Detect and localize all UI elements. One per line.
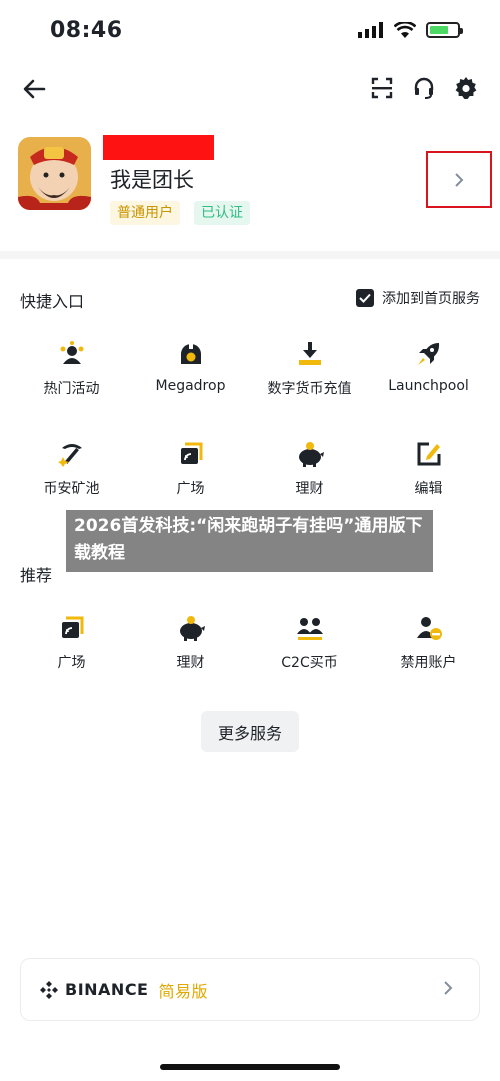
shortcut-mining-pool[interactable]: 币安矿池 xyxy=(9,440,134,498)
shortcut-earn[interactable]: 理财 xyxy=(247,440,372,498)
wifi-icon xyxy=(394,22,416,38)
rocket-icon xyxy=(417,343,439,365)
chevron-right-icon xyxy=(443,979,453,1000)
battery-icon xyxy=(426,22,463,38)
gear-icon[interactable] xyxy=(454,76,478,100)
shortcut-edit[interactable]: 编辑 xyxy=(366,440,491,498)
square-icon xyxy=(61,616,83,638)
status-icons xyxy=(358,22,463,38)
badge-verified: 已认证 xyxy=(194,201,250,225)
pickaxe-icon xyxy=(57,444,82,467)
recommend-title: 推荐 xyxy=(20,566,53,585)
shortcut-megadrop[interactable]: Megadrop xyxy=(128,340,253,394)
binance-lite-label: 简易版 xyxy=(158,981,208,1001)
redaction-bar xyxy=(103,135,214,160)
shortcut-launchpool[interactable]: Launchpool xyxy=(366,340,491,394)
binance-lite-switch[interactable]: BINANCE 简易版 xyxy=(20,958,480,1021)
scan-icon[interactable] xyxy=(370,76,394,100)
more-services-button[interactable]: 更多服务 xyxy=(201,711,299,752)
add-to-home-toggle[interactable]: 添加到首页服务 xyxy=(356,288,480,308)
piggy-bank-icon xyxy=(298,442,324,467)
recommend-earn[interactable]: 理财 xyxy=(128,614,253,672)
hot-activity-icon xyxy=(60,341,83,364)
binance-logo-icon xyxy=(40,980,58,999)
avatar[interactable] xyxy=(18,137,91,210)
deposit-icon xyxy=(298,342,321,365)
username: 我是团长 xyxy=(110,168,194,192)
disable-account-icon xyxy=(416,617,442,640)
top-nav-actions xyxy=(370,76,478,100)
profile-detail-button[interactable] xyxy=(426,151,492,208)
badge-regular-user: 普通用户 xyxy=(110,201,180,225)
home-indicator[interactable] xyxy=(160,1064,340,1070)
overlay-caption: 2026首发科技:“闲来跑胡子有挂吗”通用版下载教程 xyxy=(74,516,423,563)
avatar-image xyxy=(18,137,91,210)
checkbox-checked-icon[interactable] xyxy=(356,289,374,307)
recommend-disable-account[interactable]: 禁用账户 xyxy=(366,614,491,672)
binance-brand: BINANCE 简易版 xyxy=(39,978,208,1002)
shortcut-hot-activity[interactable]: 热门活动 xyxy=(9,340,134,398)
status-time: 08:46 xyxy=(50,18,123,43)
recommend-square[interactable]: 广场 xyxy=(9,614,134,672)
c2c-icon xyxy=(296,618,323,640)
piggy-bank-icon xyxy=(179,616,205,641)
add-home-label: 添加到首页服务 xyxy=(382,291,480,307)
signal-icon xyxy=(358,22,383,38)
shortcut-square[interactable]: 广场 xyxy=(128,440,253,498)
recommend-c2c[interactable]: C2C买币 xyxy=(247,614,372,672)
back-arrow-icon[interactable] xyxy=(22,78,46,100)
headset-icon[interactable] xyxy=(412,76,436,100)
square-icon xyxy=(180,442,202,464)
binance-wordmark: BINANCE xyxy=(65,980,149,999)
section-divider xyxy=(0,251,500,259)
megadrop-icon xyxy=(180,343,201,364)
shortcut-crypto-deposit[interactable]: 数字货币充值 xyxy=(247,340,372,398)
shortcuts-title: 快捷入口 xyxy=(20,292,85,311)
chevron-right-icon xyxy=(455,172,464,187)
edit-icon xyxy=(417,442,440,466)
